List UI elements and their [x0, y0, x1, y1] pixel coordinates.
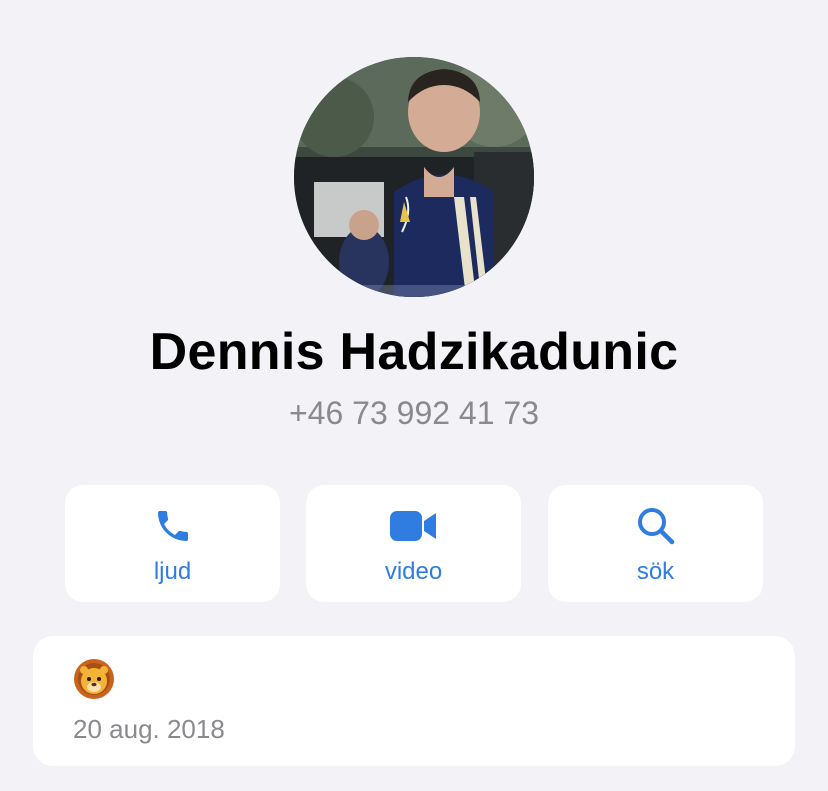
phone-icon [65, 505, 280, 547]
contact-avatar[interactable] [294, 57, 534, 297]
video-call-button[interactable]: video [306, 485, 521, 602]
search-icon [548, 505, 763, 547]
search-label: sök [636, 558, 675, 585]
contact-info-card: 20 aug. 2018 [33, 636, 795, 766]
audio-call-button[interactable]: ljud [65, 485, 280, 602]
video-call-label: video [384, 558, 443, 585]
date-text: 20 aug. 2018 [73, 714, 225, 744]
contact-phone-number[interactable]: +46 73 992 41 73 [0, 395, 828, 432]
avatar-photo [294, 57, 534, 297]
search-button[interactable]: sök [548, 485, 763, 602]
contact-name: Dennis Hadzikadunic [149, 323, 679, 381]
audio-call-label: ljud [153, 558, 192, 585]
lion-face-icon [73, 658, 115, 700]
video-camera-icon [306, 505, 521, 547]
